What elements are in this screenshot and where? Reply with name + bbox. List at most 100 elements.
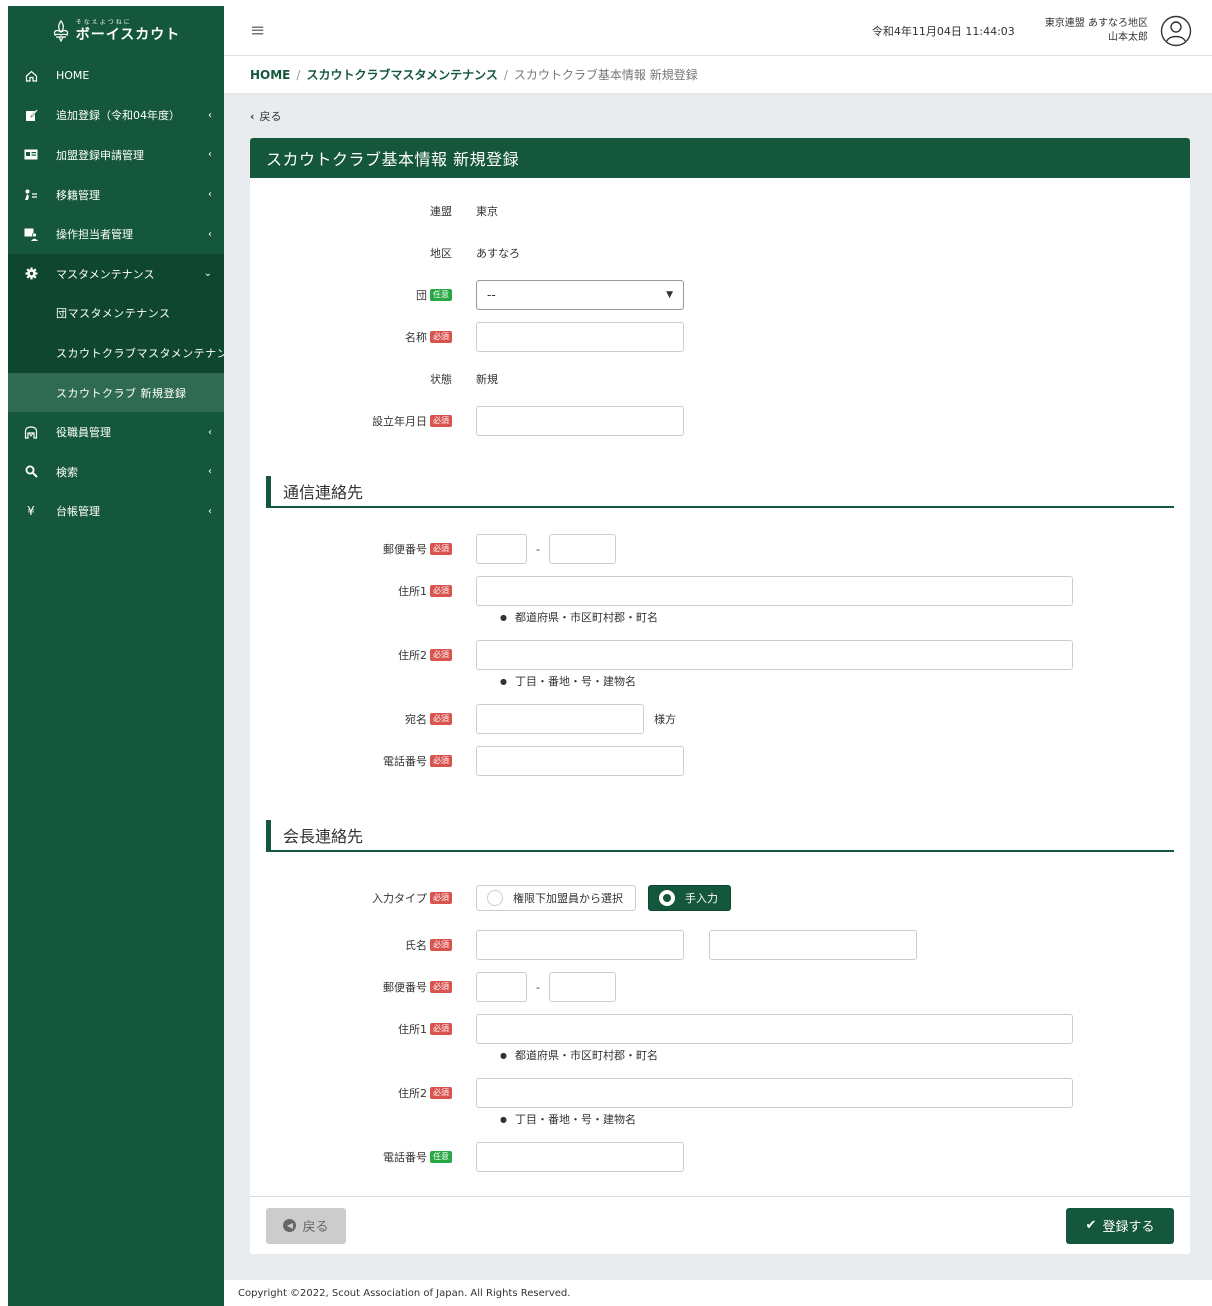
address2-label: 住所2 bbox=[398, 1087, 427, 1100]
contact-address1-input[interactable] bbox=[476, 576, 1073, 606]
card-footer: ◀ 戻る ✔ 登録する bbox=[250, 1196, 1190, 1254]
postal-label: 郵便番号 bbox=[383, 543, 427, 556]
logo[interactable]: そなえよつねに ボーイスカウト bbox=[8, 6, 224, 56]
contact-addressee-input[interactable] bbox=[476, 704, 644, 734]
breadcrumb: HOME / スカウトクラブマスタメンテナンス / スカウトクラブ基本情報 新規… bbox=[224, 56, 1212, 94]
radio-select-from-members[interactable]: 権限下加盟員から選択 bbox=[476, 885, 636, 911]
back-button[interactable]: ◀ 戻る bbox=[266, 1207, 346, 1244]
sidebar-item-additional-registration[interactable]: 追加登録（令和04年度） ‹ bbox=[8, 96, 224, 136]
required-badge: 必須 bbox=[430, 713, 452, 725]
sidebar-item-transfer[interactable]: 移籍管理 ‹ bbox=[8, 175, 224, 215]
chevron-left-icon: ‹ bbox=[250, 109, 255, 123]
club-name-input[interactable] bbox=[476, 322, 684, 352]
sidebar-item-label: 検索 bbox=[56, 465, 78, 479]
logo-subtitle: そなえよつねに bbox=[75, 19, 132, 26]
row-name: 名称 必須 bbox=[266, 316, 1174, 358]
row-president-address2: 住所2 必須 bbox=[266, 1076, 1174, 1110]
sidebar-subitem-scout-club-new[interactable]: スカウトクラブ 新規登録 bbox=[8, 372, 224, 413]
copyright-text: Copyright ©2022, Scout Association of Ja… bbox=[238, 1287, 571, 1299]
home-icon bbox=[22, 70, 40, 82]
note-marker-icon: ● bbox=[500, 612, 507, 622]
sidebar-item-master-maintenance[interactable]: マスタメンテナンス ⌄ bbox=[8, 253, 224, 294]
note-marker-icon: ● bbox=[500, 1050, 507, 1060]
row-president-postal: 郵便番号 必須 - bbox=[266, 966, 1174, 1008]
address2-label: 住所2 bbox=[398, 649, 427, 662]
sidebar-item-search[interactable]: 検索 ‹ bbox=[8, 452, 224, 492]
address1-note: ● 都道府県・市区町村郡・町名 bbox=[266, 608, 1174, 626]
breadcrumb-home[interactable]: HOME bbox=[250, 68, 290, 82]
address1-label: 住所1 bbox=[398, 585, 427, 598]
contact-address2-input[interactable] bbox=[476, 640, 1073, 670]
app-frame: そなえよつねに ボーイスカウト HOME 追加登録（令和04年度） ‹ 加盟登録… bbox=[8, 6, 1212, 1306]
sidebar-item-label: 操作担当者管理 bbox=[56, 228, 133, 242]
required-badge: 必須 bbox=[430, 415, 452, 427]
section-contact-title: 通信連絡先 bbox=[266, 476, 1174, 508]
president-address1-input[interactable] bbox=[476, 1014, 1073, 1044]
sidebar-item-ledger[interactable]: ¥ 台帳管理 ‹ bbox=[8, 492, 224, 532]
chiku-value: あすなろ bbox=[476, 247, 520, 260]
president-postal-second-input[interactable] bbox=[549, 972, 616, 1002]
optional-badge: 任意 bbox=[430, 289, 452, 301]
president-address2-input[interactable] bbox=[476, 1078, 1073, 1108]
sidebar-item-operators[interactable]: 操作担当者管理 ‹ bbox=[8, 214, 224, 254]
submit-button[interactable]: ✔ 登録する bbox=[1066, 1207, 1174, 1244]
contact-postal-second-input[interactable] bbox=[549, 534, 616, 564]
required-badge: 必須 bbox=[430, 585, 452, 597]
radio-circle-checked-icon bbox=[659, 890, 675, 906]
sidebar-item-label: 役職員管理 bbox=[56, 426, 111, 440]
row-dan: 団 任意 -- ▼ bbox=[266, 274, 1174, 316]
president-phone-input[interactable] bbox=[476, 1142, 684, 1172]
logo-title: ボーイスカウト bbox=[75, 27, 181, 43]
row-established: 設立年月日 必須 bbox=[266, 400, 1174, 442]
row-contact-addressee: 宛名 必須 様方 bbox=[266, 698, 1174, 740]
dan-select[interactable]: -- ▼ bbox=[476, 280, 684, 310]
postal-dash: - bbox=[536, 542, 540, 556]
user-info: 東京連盟 あすなろ地区 山本太郎 bbox=[1045, 17, 1148, 45]
sidebar-item-label: HOME bbox=[56, 69, 90, 83]
established-date-input[interactable] bbox=[476, 406, 684, 436]
president-last-name-input[interactable] bbox=[476, 930, 684, 960]
transfer-icon bbox=[22, 189, 40, 201]
note-marker-icon: ● bbox=[500, 676, 507, 686]
row-contact-address1: 住所1 必須 bbox=[266, 574, 1174, 608]
sidebar-item-label: 追加登録（令和04年度） bbox=[56, 109, 180, 123]
contact-phone-input[interactable] bbox=[476, 746, 684, 776]
hamburger-menu-icon[interactable]: ≡ bbox=[250, 20, 265, 41]
sidebar-subitem-dan-master[interactable]: 団マスタメンテナンス bbox=[8, 293, 224, 334]
contact-postal-first-input[interactable] bbox=[476, 534, 527, 564]
required-badge: 必須 bbox=[430, 755, 452, 767]
president-first-name-input[interactable] bbox=[709, 930, 917, 960]
address1-note-text: 都道府県・市区町村郡・町名 bbox=[514, 1049, 658, 1062]
radio-circle-icon bbox=[487, 890, 503, 906]
breadcrumb-parent[interactable]: スカウトクラブマスタメンテナンス bbox=[306, 66, 497, 83]
president-name-label: 氏名 bbox=[405, 939, 427, 952]
phone-label: 電話番号 bbox=[383, 1151, 427, 1164]
sidebar-item-label: 加盟登録申請管理 bbox=[56, 148, 144, 162]
president-postal-first-input[interactable] bbox=[476, 972, 527, 1002]
yen-icon: ¥ bbox=[27, 504, 35, 519]
address2-note-text: 丁目・番地・号・建物名 bbox=[514, 1113, 636, 1126]
breadcrumb-separator: / bbox=[296, 67, 301, 82]
row-president-name: 氏名 必須 bbox=[266, 924, 1174, 966]
renmei-label: 連盟 bbox=[430, 205, 452, 218]
current-datetime: 令和4年11月04日 11:44:03 bbox=[871, 24, 1015, 38]
back-link-top[interactable]: ‹ 戻る bbox=[224, 94, 1212, 138]
section-president-title: 会長連絡先 bbox=[266, 820, 1174, 852]
operator-icon bbox=[22, 228, 40, 241]
sidebar-item-staff[interactable]: 役職員管理 ‹ bbox=[8, 412, 224, 452]
row-president-address1: 住所1 必須 bbox=[266, 1012, 1174, 1046]
address1-label: 住所1 bbox=[398, 1023, 427, 1036]
radio-manual-input[interactable]: 手入力 bbox=[648, 885, 731, 911]
chevron-left-icon: ‹ bbox=[208, 109, 212, 121]
sidebar-item-home[interactable]: HOME bbox=[8, 56, 224, 96]
address2-note: ● 丁目・番地・号・建物名 bbox=[266, 672, 1174, 690]
user-avatar-icon[interactable] bbox=[1160, 15, 1192, 47]
dan-select-value: -- bbox=[487, 288, 496, 302]
sidebar-item-membership-application[interactable]: 加盟登録申請管理 ‹ bbox=[8, 135, 224, 175]
main-area: ≡ 令和4年11月04日 11:44:03 東京連盟 あすなろ地区 山本太郎 H… bbox=[224, 6, 1212, 1306]
sidebar: そなえよつねに ボーイスカウト HOME 追加登録（令和04年度） ‹ 加盟登録… bbox=[8, 6, 224, 1306]
sidebar-subitem-scout-club-master[interactable]: スカウトクラブマスタメンテナンス bbox=[8, 333, 224, 373]
back-button-label: 戻る bbox=[302, 1220, 329, 1235]
chevron-left-icon: ‹ bbox=[208, 189, 212, 201]
staff-icon bbox=[22, 426, 40, 439]
